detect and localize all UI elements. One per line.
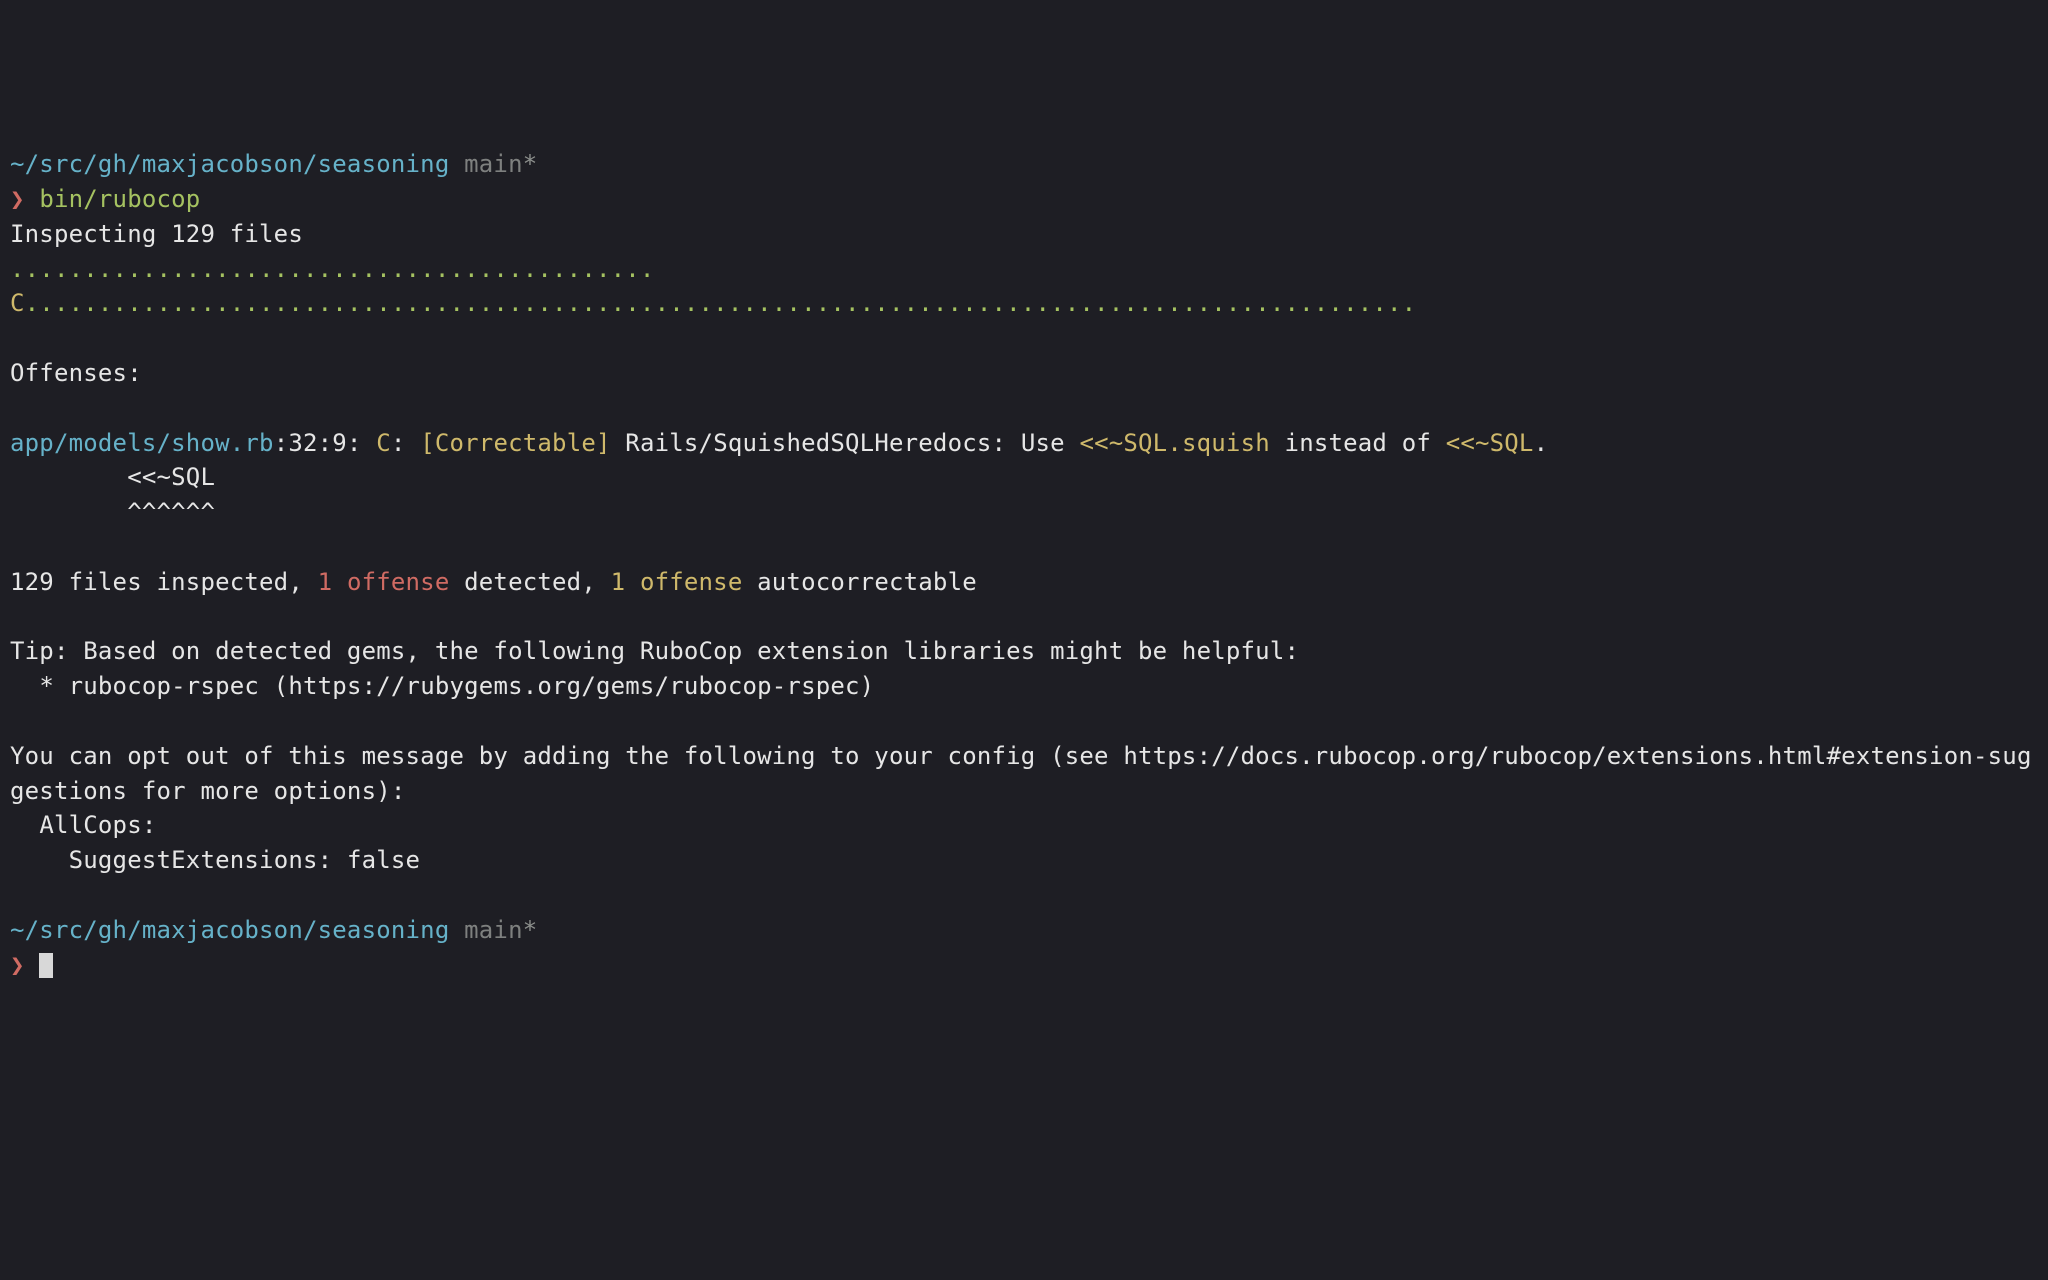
offense-sep: : — [391, 429, 420, 457]
summary-t3: detected, — [449, 568, 610, 596]
branch-dirty-star-2: * — [523, 916, 538, 944]
optout-line-2: AllCops: — [10, 811, 157, 839]
prompt-branch-2: main — [449, 916, 522, 944]
prompt-caret-icon-2: ❯ — [10, 951, 39, 979]
offense-correctable: [Correctable] — [420, 429, 625, 457]
offense-severity: C — [376, 429, 391, 457]
optout-line-3: SuggestExtensions: false — [10, 846, 420, 874]
prompt-caret-icon: ❯ — [10, 185, 39, 213]
offense-caret-line: ^^^^^^ — [10, 498, 215, 526]
tip-line-2: * rubocop-rspec (https://rubygems.org/ge… — [10, 672, 874, 700]
offense-msg-pre: Use — [1021, 429, 1080, 457]
offense-code-line: <<~SQL — [10, 463, 215, 491]
prompt-branch: main — [449, 150, 522, 178]
branch-dirty-star: * — [523, 150, 538, 178]
cursor-block[interactable] — [39, 953, 52, 978]
progress-line: ........................................… — [10, 255, 1416, 318]
summary-offense-detected: 1 offense — [318, 568, 450, 596]
offense-location: :32:9: — [274, 429, 377, 457]
offenses-header: Offenses: — [10, 359, 142, 387]
progress-convention-mark: C — [10, 289, 25, 317]
summary-offense-correctable: 1 offense — [611, 568, 743, 596]
summary-t1: 129 files inspected, — [10, 568, 318, 596]
offense-file: app/models/show.rb — [10, 429, 274, 457]
progress-dots: ........................................… — [10, 255, 655, 283]
offense-msg-post: . — [1534, 429, 1549, 457]
prompt-line-2: ~/src/gh/maxjacobson/seasoning main* — [10, 916, 537, 944]
offense-entry: app/models/show.rb:32:9: C: [Correctable… — [10, 429, 1548, 457]
progress-dots-tail: ........................................… — [25, 289, 1417, 317]
inspecting-line: Inspecting 129 files — [10, 220, 303, 248]
command-text: bin/rubocop — [39, 185, 200, 213]
prompt-path-2: ~/src/gh/maxjacobson/seasoning — [10, 916, 449, 944]
summary-line: 129 files inspected, 1 offense detected,… — [10, 568, 977, 596]
offense-msg-good: <<~SQL.squish — [1079, 429, 1269, 457]
terminal-output[interactable]: ~/src/gh/maxjacobson/seasoning main* ❯ b… — [10, 147, 2038, 982]
tip-line-1: Tip: Based on detected gems, the followi… — [10, 637, 1299, 665]
offense-cop: Rails/SquishedSQLHeredocs: — [625, 429, 1021, 457]
optout-line-1: You can opt out of this message by addin… — [10, 742, 2032, 805]
prompt-path: ~/src/gh/maxjacobson/seasoning — [10, 150, 449, 178]
summary-t5: autocorrectable — [742, 568, 976, 596]
command-line-2[interactable]: ❯ — [10, 951, 53, 979]
offense-msg-mid: instead of — [1270, 429, 1446, 457]
command-line: ❯ bin/rubocop — [10, 185, 200, 213]
prompt-line: ~/src/gh/maxjacobson/seasoning main* — [10, 150, 537, 178]
offense-msg-bad: <<~SQL — [1446, 429, 1534, 457]
